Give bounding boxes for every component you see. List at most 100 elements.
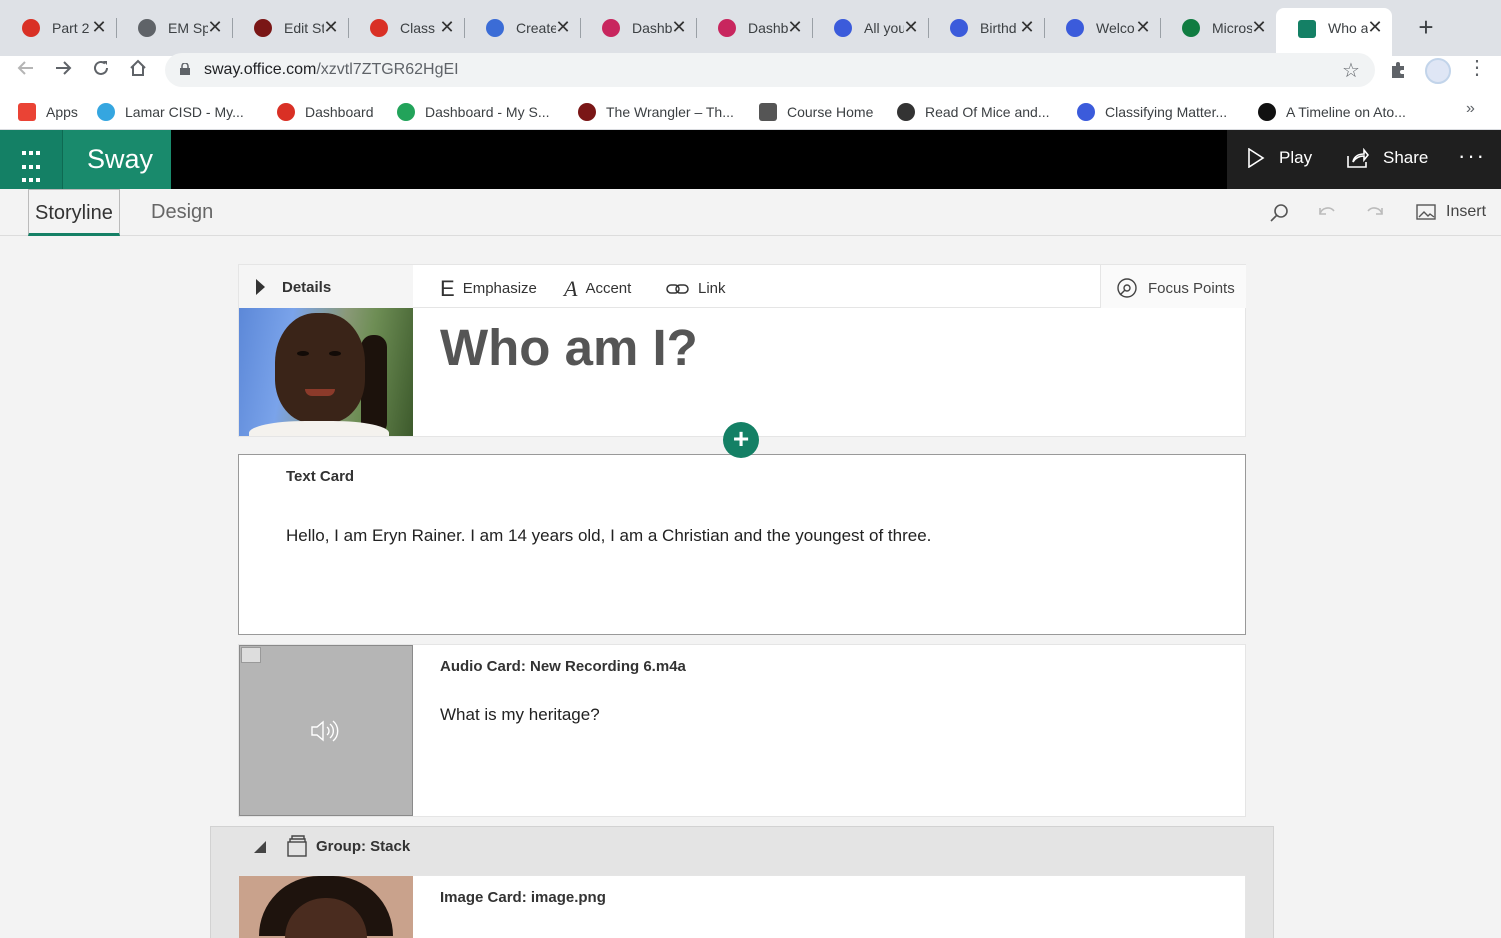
bookmark-item[interactable]: Lamar CISD - My... <box>97 102 244 122</box>
share-button[interactable]: Share <box>1347 148 1428 168</box>
accent-button[interactable]: A Accent <box>564 275 632 301</box>
url-text[interactable]: sway.office.com/xzvtl7ZTGR62HgEI <box>204 61 459 79</box>
image-card-kind: Image Card: image.png <box>440 889 606 906</box>
tab-close-icon[interactable]: ✕ <box>322 18 340 36</box>
schoology-icon <box>397 103 415 121</box>
bookmark-item[interactable]: Apps <box>18 102 78 122</box>
browser-tab[interactable]: Dashb ✕ <box>696 10 813 46</box>
bookmark-item[interactable]: Classifying Matter... <box>1077 102 1227 122</box>
add-card-button[interactable]: + <box>723 422 759 458</box>
browser-tab[interactable]: Birthd ✕ <box>928 10 1045 46</box>
tab-close-icon[interactable]: ✕ <box>786 18 804 36</box>
speaker-icon <box>311 720 339 742</box>
browser-tab[interactable]: All you ✕ <box>812 10 929 46</box>
text-card-body[interactable]: Hello, I am Eryn Rainer. I am 14 years o… <box>286 526 931 546</box>
tab-favicon-icon <box>602 19 620 37</box>
accent-label: Accent <box>585 280 632 297</box>
browser-tab[interactable]: Create ✕ <box>464 10 581 46</box>
new-tab-button[interactable]: + <box>1414 14 1438 40</box>
bookmark-item[interactable]: The Wrangler – Th... <box>578 102 734 122</box>
collapse-arrow-icon[interactable] <box>254 841 266 853</box>
quizizz-icon <box>1077 103 1095 121</box>
focus-points-label: Focus Points <box>1148 279 1235 297</box>
undo-icon[interactable] <box>1316 202 1338 224</box>
tab-title: Dashb <box>632 20 672 36</box>
emphasize-icon: E <box>440 275 455 301</box>
tab-close-icon[interactable]: ✕ <box>438 18 456 36</box>
details-label[interactable]: Details <box>282 279 331 296</box>
tab-close-icon[interactable]: ✕ <box>1366 18 1384 36</box>
browser-tab[interactable]: Who a ✕ <box>1276 8 1392 56</box>
group-label[interactable]: Group: Stack <box>316 838 410 855</box>
emphasize-label: Emphasize <box>462 280 537 297</box>
tab-favicon-icon <box>1182 19 1200 37</box>
tab-close-icon[interactable]: ✕ <box>1134 18 1152 36</box>
accent-icon: A <box>564 275 578 301</box>
tab-title: Edit St <box>284 20 324 36</box>
tab-title: Part 2 <box>52 20 90 36</box>
play-label: Play <box>1279 148 1313 167</box>
bookmarks-overflow-button[interactable]: » <box>1466 100 1475 118</box>
browser-tab[interactable]: Part 2 ✕ <box>0 10 117 46</box>
browser-tab[interactable]: Class ✕ <box>348 10 465 46</box>
tab-close-icon[interactable]: ✕ <box>90 18 108 36</box>
browser-menu-icon[interactable]: ⋮ <box>1467 58 1487 78</box>
insert-button[interactable]: Insert <box>1416 203 1486 221</box>
bookmark-item[interactable]: Dashboard - My S... <box>397 102 550 122</box>
lock-icon <box>180 63 190 75</box>
bookmark-label: Apps <box>46 104 78 120</box>
emphasize-button[interactable]: E Emphasize <box>440 275 537 301</box>
bookmark-item[interactable]: A Timeline on Ato... <box>1258 102 1406 122</box>
reload-icon <box>94 60 108 75</box>
app-launcher-icon[interactable] <box>0 130 62 189</box>
image-card-thumbnail[interactable] <box>239 876 413 938</box>
extensions-puzzle-icon[interactable] <box>1389 60 1409 85</box>
bookmark-label: Dashboard - My S... <box>425 104 550 120</box>
audio-card-caption[interactable]: What is my heritage? <box>440 705 600 725</box>
bookmarks-bar: Apps Lamar CISD - My... Dashboard Dashboard… <box>0 94 1501 130</box>
bookmark-item[interactable]: Read Of Mice and... <box>897 102 1050 122</box>
bookmark-star-icon[interactable]: ☆ <box>1342 58 1360 83</box>
bookmark-item[interactable]: Dashboard <box>277 102 374 122</box>
focus-points-button[interactable]: Focus Points <box>1116 277 1235 299</box>
back-button[interactable] <box>12 57 40 85</box>
tab-close-icon[interactable]: ✕ <box>902 18 920 36</box>
redo-icon[interactable] <box>1364 202 1386 224</box>
bookmark-item[interactable]: Course Home <box>759 102 873 122</box>
search-icon[interactable] <box>1268 202 1290 224</box>
insert-label: Insert <box>1446 203 1487 220</box>
reload-button[interactable] <box>87 57 115 85</box>
tab-title: Dashb <box>748 20 788 36</box>
canvas-icon <box>277 103 295 121</box>
home-button[interactable] <box>124 57 152 85</box>
tab-title: Welco <box>1096 20 1135 36</box>
forward-button[interactable] <box>49 57 77 85</box>
expand-arrow-icon[interactable] <box>256 279 265 295</box>
insert-image-icon <box>1416 204 1436 220</box>
browser-tab[interactable]: Edit St ✕ <box>232 10 349 46</box>
profile-avatar[interactable] <box>1425 58 1451 84</box>
tab-title: Micros <box>1212 20 1252 36</box>
tab-title: Birthd <box>980 20 1017 36</box>
more-options-button[interactable]: ··· <box>1458 145 1486 167</box>
play-button[interactable]: Play <box>1247 148 1312 168</box>
sway-brand[interactable]: Sway <box>62 130 171 189</box>
tab-storyline[interactable]: Storyline <box>28 189 120 236</box>
tab-favicon-icon <box>834 19 852 37</box>
browser-tab[interactable]: EM Sp ✕ <box>116 10 233 46</box>
tab-close-icon[interactable]: ✕ <box>206 18 224 36</box>
tab-close-icon[interactable]: ✕ <box>1250 18 1268 36</box>
tab-design[interactable]: Design <box>145 189 219 236</box>
page-title[interactable]: Who am I? <box>440 318 698 377</box>
tab-close-icon[interactable]: ✕ <box>554 18 572 36</box>
tab-close-icon[interactable]: ✕ <box>670 18 688 36</box>
tab-favicon-icon <box>1066 19 1084 37</box>
browser-tab[interactable]: Welco ✕ <box>1044 10 1161 46</box>
tab-close-icon[interactable]: ✕ <box>1018 18 1036 36</box>
browser-tab[interactable]: Dashb ✕ <box>580 10 697 46</box>
tab-title: Create <box>516 20 556 36</box>
browser-tab[interactable]: Micros ✕ <box>1160 10 1276 46</box>
globe-icon <box>897 103 915 121</box>
link-button[interactable]: Link <box>666 280 726 297</box>
bookmark-label: Read Of Mice and... <box>925 104 1050 120</box>
